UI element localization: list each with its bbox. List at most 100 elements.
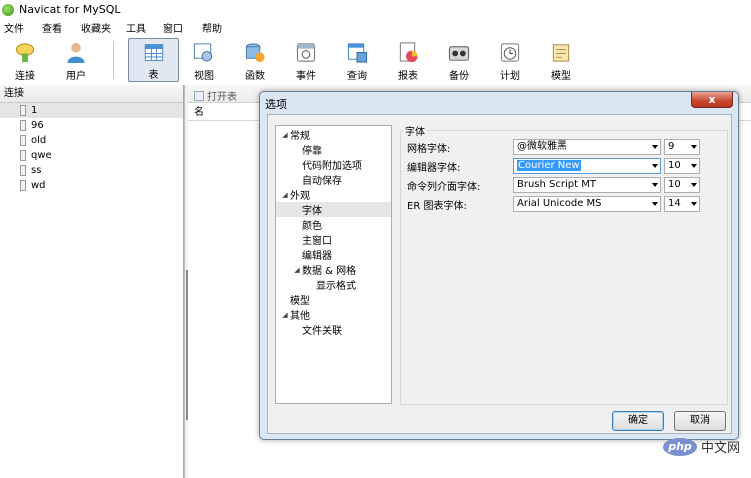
dropdown-arrow-icon[interactable] [652,145,658,149]
nav-item-other[interactable]: ◢ 其他 [276,307,391,323]
menu-file[interactable]: 文件 [0,20,38,35]
dialog-body: ◢ 常规 停靠 代码附加选项 自动保存 ◢ 外观 字体 颜色 主窗口 编辑器 ◢ 数据… [267,114,732,434]
dialog-close-button[interactable]: x [691,92,733,108]
open-table-button[interactable]: 打开表 [194,88,237,103]
menu-view[interactable]: 查看 [38,20,77,35]
menu-favorites[interactable]: 收藏夹 [77,20,122,35]
database-item[interactable]: old [0,133,183,148]
database-item[interactable]: ss [0,163,183,178]
dropdown-arrow-icon[interactable] [691,202,697,206]
database-icon [20,180,26,191]
cli-font-size-select[interactable]: 10 [664,177,700,193]
options-dialog: 选项 x ◢ 常规 停靠 代码附加选项 自动保存 ◢ 外观 字体 颜色 主窗口 编辑… [259,91,739,440]
connection-pane-header: 连接 [0,85,183,103]
options-nav-tree: ◢ 常规 停靠 代码附加选项 自动保存 ◢ 外观 字体 颜色 主窗口 编辑器 ◢ 数据… [275,125,392,404]
database-item[interactable]: qwe [0,148,183,163]
menu-window[interactable]: 窗口 [159,20,198,35]
column-name-header[interactable]: 名 [194,107,204,118]
database-icon [20,135,26,146]
nav-item-data-grid[interactable]: ◢ 数据 & 网格 [276,262,391,278]
nav-item-docking[interactable]: 停靠 [276,142,391,157]
nav-item-model[interactable]: 模型 [276,292,391,307]
ok-button[interactable]: 确定 [612,411,664,431]
font-group-label: 字体 [403,123,427,138]
toolbar-view-button[interactable]: 视图 [180,38,228,82]
toolbar-backup-button[interactable]: 备份 [435,38,483,82]
database-icon [20,120,26,131]
dropdown-arrow-icon[interactable] [652,202,658,206]
er-font-size-select[interactable]: 14 [664,196,700,212]
editor-font-select[interactable]: Courier New [513,158,661,174]
database-item[interactable]: 1 [0,103,183,118]
cli-font-select[interactable]: Brush Script MT [513,177,661,193]
menu-bar: 文件 查看 收藏夹 工具 窗口 帮助 [0,19,751,35]
database-item[interactable]: 96 [0,118,183,133]
open-table-icon [194,90,204,101]
watermark-text: 中文网 [701,441,741,456]
event-icon [296,43,316,62]
function-icon [245,43,265,63]
window-title: Navicat for MySQL [19,3,121,16]
user-icon [67,42,85,64]
font-settings-panel: 字体 网格字体: @微软雅黑 9 编辑器字体: Courier New 10 命… [397,121,728,405]
expand-arrow-icon[interactable]: ◢ [280,191,290,199]
view-icon [193,43,213,62]
dropdown-arrow-icon[interactable] [691,145,697,149]
connection-pane: 连接 1 96 old qwe ss wd [0,85,184,478]
dropdown-arrow-icon[interactable] [691,164,697,168]
main-toolbar: 连接 用户 表 视图 函数 事件 查询 报表 备份 计划 模型 [0,35,751,85]
database-icon [20,105,26,116]
grid-font-row: 网格字体: @微软雅黑 9 [407,139,700,155]
toolbar-model-button[interactable]: 模型 [537,38,585,82]
nav-item-display-format[interactable]: 显示格式 [276,277,391,292]
toolbar-event-button[interactable]: 事件 [282,38,330,82]
toolbar-separator [113,41,114,79]
toolbar-connection-button[interactable]: 连接 [1,38,49,82]
grid-font-select[interactable]: @微软雅黑 [513,139,661,155]
er-font-select[interactable]: Arial Unicode MS [513,196,661,212]
php-logo: php [663,437,697,456]
dropdown-arrow-icon[interactable] [652,164,658,168]
nav-item-colors[interactable]: 颜色 [276,217,391,232]
editor-font-row: 编辑器字体: Courier New 10 [407,158,700,174]
nav-item-code-options[interactable]: 代码附加选项 [276,157,391,172]
navicat-app-icon [2,3,14,16]
toolbar-query-button[interactable]: 查询 [333,38,381,82]
table-icon [144,44,163,61]
title-bar: Navicat for MySQL [0,0,751,19]
cli-font-row: 命令列介面字体: Brush Script MT 10 [407,177,700,193]
nav-item-main-window[interactable]: 主窗口 [276,232,391,247]
menu-help[interactable]: 帮助 [198,20,238,35]
toolbar-schedule-button[interactable]: 计划 [486,38,534,82]
toolbar-report-button[interactable]: 报表 [384,38,432,82]
model-icon [552,44,570,62]
dropdown-arrow-icon[interactable] [652,183,658,187]
database-icon [20,165,26,176]
connection-icon [15,43,35,63]
database-icon [20,150,26,161]
menu-tools[interactable]: 工具 [122,20,159,35]
report-icon [399,42,418,63]
nav-item-autosave[interactable]: 自动保存 [276,172,391,187]
expand-arrow-icon[interactable]: ◢ [280,311,290,319]
nav-item-file-association[interactable]: 文件关联 [276,322,391,337]
toolbar-table-button[interactable]: 表 [128,38,179,82]
database-item[interactable]: wd [0,178,183,193]
dialog-title: 选项 [265,98,287,111]
backup-icon [448,46,470,61]
er-font-row: ER 图表字体: Arial Unicode MS 14 [407,196,700,212]
expand-arrow-icon[interactable]: ◢ [292,266,302,274]
grid-font-size-select[interactable]: 9 [664,139,700,155]
query-icon [347,43,368,63]
schedule-icon [500,43,520,62]
cancel-button[interactable]: 取消 [674,411,726,431]
nav-item-editor[interactable]: 编辑器 [276,247,391,262]
editor-font-size-select[interactable]: 10 [664,158,700,174]
nav-item-fonts[interactable]: 字体 [276,202,391,217]
nav-item-appearance[interactable]: ◢ 外观 [276,187,391,203]
nav-item-general[interactable]: ◢ 常规 [276,127,391,143]
expand-arrow-icon[interactable]: ◢ [280,131,290,139]
toolbar-function-button[interactable]: 函数 [231,38,279,82]
dropdown-arrow-icon[interactable] [691,183,697,187]
toolbar-user-button[interactable]: 用户 [52,38,100,82]
